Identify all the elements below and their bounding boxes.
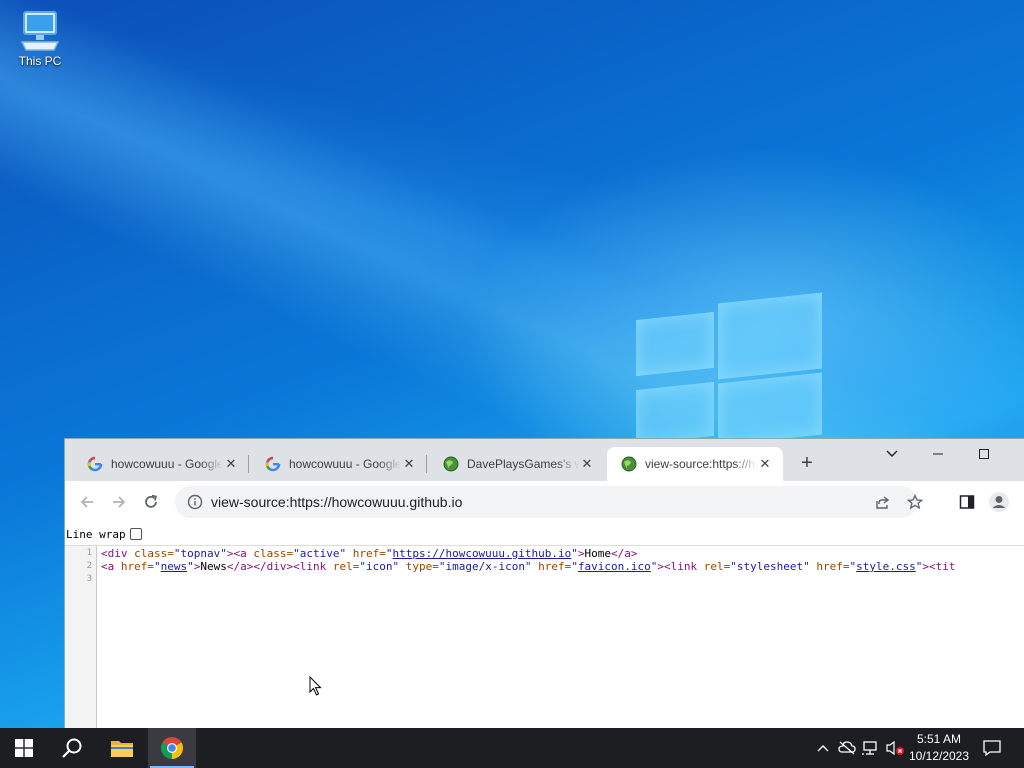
site-info-icon[interactable] [181,494,209,510]
close-tab-icon[interactable]: ✕ [579,456,595,472]
profile-icon [989,492,1009,512]
profile-button[interactable] [987,490,1011,514]
globe-icon [443,456,459,472]
side-panel-icon [959,495,975,509]
chrome-icon [161,737,183,759]
close-tab-icon[interactable]: ✕ [757,456,773,472]
arrow-right-icon [113,496,126,508]
tab-separator [426,455,427,473]
line-wrap-checkbox[interactable] [129,528,142,540]
line-wrap-bar: Line wrap [65,523,1024,546]
google-icon [265,456,281,472]
tab-google-search-2[interactable]: howcowuuu - Google Search ✕ [251,447,427,481]
cloud-offline-icon [838,741,856,755]
arrow-left-icon [80,496,93,508]
close-tab-icon[interactable]: ✕ [401,456,417,472]
share-icon [876,496,890,509]
source-line-1: <div class="topnav"><a class="active" hr… [101,547,638,560]
onedrive-button[interactable] [836,728,858,768]
clock-time: 5:51 AM [916,732,962,746]
star-icon [907,494,923,510]
desktop-icon-this-pc[interactable]: This PC [12,8,68,68]
source-link-news[interactable]: news [161,560,188,573]
source-link-favicon[interactable]: favicon.ico [578,560,651,573]
tab-search-button[interactable] [869,439,915,469]
line-wrap-label: Line wrap [66,527,126,541]
windows-start-icon [15,739,33,757]
tab-title: howcowuuu - Google Search [111,457,223,471]
tab-google-search-1[interactable]: howcowuuu - Google Search ✕ [73,447,249,481]
tab-title: howcowuuu - Google Search [289,457,401,471]
source-link-home[interactable]: https://howcowuuu.github.io [392,547,571,560]
google-icon [87,456,103,472]
tab-title: view-source:https://howcowuuu.github.io [645,457,757,471]
source-link-stylesheet[interactable]: style.css [856,560,916,573]
line-number: 1 [86,548,92,558]
source-lines: <div class="topnav"><a class="active" hr… [101,547,956,586]
new-tab-button[interactable]: + [797,453,817,473]
reload-button[interactable] [139,490,163,514]
tab-separator [248,455,249,473]
bookmark-button[interactable] [907,486,923,518]
tab-view-source[interactable]: view-source:https://howcowuuu.github.io … [607,447,783,481]
start-button[interactable] [0,728,48,768]
chevron-down-icon [886,450,898,457]
network-button[interactable] [860,728,882,768]
address-bar[interactable]: view-source:https://howcowuuu.github.io [175,486,923,518]
chrome-taskbar-button[interactable] [148,728,196,768]
minimize-icon [933,453,943,455]
source-line-2: <a href="news">News</a></div><link rel="… [101,560,956,573]
close-tab-icon[interactable]: ✕ [223,456,239,472]
taskbar: 5:51 AM 10/12/2023 [0,728,1024,768]
forward-button[interactable] [107,490,131,514]
search-icon [62,738,82,758]
reload-icon [145,494,157,508]
share-button[interactable] [875,486,891,518]
source-view: 1 2 3 <div class="topnav"><a class="acti… [65,546,1024,729]
volume-button[interactable] [884,728,906,768]
notification-icon [983,740,1001,756]
line-number: 3 [86,574,92,584]
side-panel-button[interactable] [955,490,979,514]
line-number: 2 [86,561,92,571]
clock-date: 10/12/2023 [908,749,970,763]
browser-toolbar: view-source:https://howcowuuu.github.io [65,481,1024,523]
action-center-button[interactable] [978,728,1006,768]
line-number-gutter: 1 2 3 [65,546,97,729]
maximize-button[interactable] [961,439,1007,469]
tab-strip: howcowuuu - Google Search ✕ howcowuuu - … [65,439,1024,481]
tab-title: DavePlaysGames's website [467,457,579,471]
maximize-icon [979,449,989,459]
search-button[interactable] [48,728,96,768]
folder-icon [111,741,133,757]
this-pc-icon [20,11,60,51]
chrome-window: howcowuuu - Google Search ✕ howcowuuu - … [64,438,1024,729]
minimize-button[interactable] [915,439,961,469]
chevron-up-icon [817,745,829,752]
network-icon [862,741,877,755]
back-button[interactable] [75,490,99,514]
volume-muted-icon [886,740,904,756]
tab-daveplaysgames[interactable]: DavePlaysGames's website ✕ [429,447,605,481]
globe-icon [621,456,637,472]
mouse-cursor-icon [309,676,322,696]
show-hidden-icons-button[interactable] [812,728,834,768]
file-explorer-button[interactable] [98,728,146,768]
taskbar-clock[interactable]: 5:51 AM 10/12/2023 [904,731,974,765]
address-text: view-source:https://howcowuuu.github.io [211,494,463,510]
windows-logo-wallpaper [636,290,824,446]
desktop-icon-label: This PC [18,54,62,68]
source-line-3 [101,573,956,586]
